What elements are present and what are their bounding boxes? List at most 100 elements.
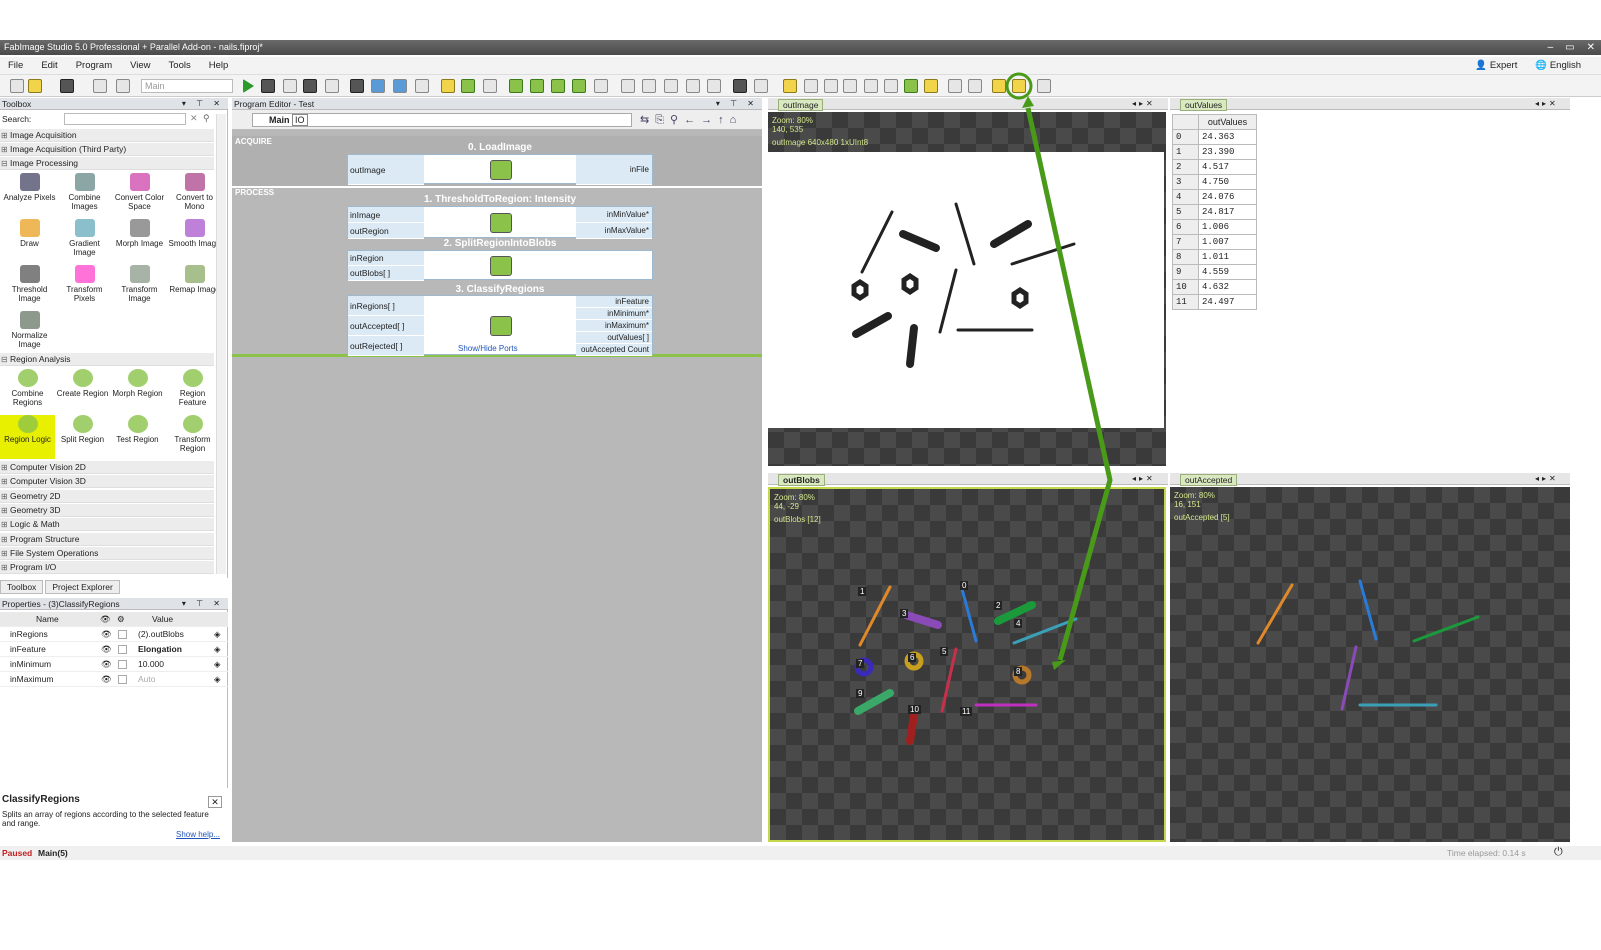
link-icon[interactable]: ◈	[214, 627, 221, 642]
view-grid-icon[interactable]	[642, 79, 656, 93]
category-item[interactable]: Program Structure	[0, 532, 214, 546]
table-row[interactable]: 7 1.007	[1172, 234, 1257, 250]
category-item[interactable]: Program I/O	[0, 561, 214, 575]
menu-edit[interactable]: Edit	[41, 57, 57, 74]
checkbox[interactable]	[118, 645, 127, 654]
input-port[interactable]: inRegions[ ]	[348, 296, 424, 316]
layout2-icon[interactable]	[530, 79, 544, 93]
layout3-icon[interactable]	[551, 79, 565, 93]
filter-block[interactable]: inImage outRegion inMinValue* inMaxValue*	[347, 206, 653, 239]
show-help-link[interactable]: Show help...	[176, 830, 220, 839]
table-row[interactable]: 2 4.517	[1172, 159, 1257, 175]
category-item[interactable]: Computer Vision 2D	[0, 461, 214, 474]
tool-item[interactable]: Combine Regions	[0, 369, 55, 413]
new-icon[interactable]	[10, 79, 24, 93]
view-controls[interactable]: ◂▸✕	[1132, 474, 1156, 483]
view-cols-icon[interactable]	[686, 79, 700, 93]
layout4-icon[interactable]	[572, 79, 586, 93]
tool-item[interactable]: Convert to Mono	[167, 173, 222, 211]
table-row[interactable]: 10 4.632	[1172, 279, 1257, 295]
worker-combo[interactable]: Main	[141, 79, 233, 93]
menu-file[interactable]: File	[8, 57, 23, 74]
tool-item[interactable]: Test Region	[110, 415, 165, 459]
property-value[interactable]: Elongation	[138, 642, 182, 657]
table-row[interactable]: 4 24.076	[1172, 189, 1257, 205]
open-icon[interactable]	[28, 79, 42, 93]
tab-outaccepted[interactable]: outAccepted	[1180, 474, 1238, 486]
view-controls[interactable]: ◂▸✕	[1535, 99, 1559, 108]
angle-icon[interactable]	[884, 79, 898, 93]
panel-controls[interactable]: ▾ ⊤ ✕	[182, 98, 224, 110]
output-port[interactable]: inMaxValue*	[576, 223, 652, 239]
menu-help[interactable]: Help	[209, 57, 229, 74]
filter-block[interactable]: inRegions[ ] outAccepted[ ] outRejected[ ]…	[347, 295, 653, 356]
roi-icon[interactable]	[843, 79, 857, 93]
stop-icon[interactable]	[303, 79, 317, 93]
output-port[interactable]: outAccepted Count	[576, 344, 652, 356]
category-item[interactable]: Image Acquisition	[0, 129, 214, 142]
sun-icon[interactable]	[924, 79, 938, 93]
input-port[interactable]: outRegion	[348, 223, 424, 239]
link-icon[interactable]: ◈	[214, 657, 221, 672]
outimage-view[interactable]: Zoom: 80% 140, 535 outImage 640x480 1xUI…	[768, 112, 1166, 466]
category-item[interactable]: Logic & Math	[0, 518, 214, 532]
block-title[interactable]: 3. ClassifyRegions	[347, 284, 653, 295]
ruler-icon[interactable]	[864, 79, 878, 93]
tools-icon[interactable]	[441, 79, 455, 93]
tool-item[interactable]: Threshold Image	[2, 265, 57, 303]
editor-nav-icons[interactable]: ⇆⎘⚲←→↑⌂	[640, 113, 742, 127]
tab-toolbox[interactable]: Toolbox	[0, 580, 44, 594]
step-out-icon[interactable]	[393, 79, 407, 93]
checkbox[interactable]	[118, 630, 127, 639]
tool-item[interactable]: Smooth Image	[167, 219, 222, 248]
step-into-icon[interactable]	[371, 79, 385, 93]
iterate-icon[interactable]	[261, 79, 275, 93]
output-port[interactable]: inMinimum*	[576, 308, 652, 320]
menu-program[interactable]: Program	[76, 57, 112, 74]
output-port[interactable]: inMaximum*	[576, 320, 652, 332]
menu-view[interactable]: View	[130, 57, 150, 74]
category-item[interactable]: Image Acquisition (Third Party)	[0, 143, 214, 156]
input-port[interactable]: inRegion	[348, 251, 424, 266]
category-item[interactable]: File System Operations	[0, 546, 214, 560]
tool-item[interactable]: Convert Color Space	[112, 173, 167, 211]
step-over-icon[interactable]	[350, 79, 364, 93]
shape-icon[interactable]	[1037, 79, 1051, 93]
tool-item[interactable]: Draw	[2, 219, 57, 248]
view-controls[interactable]: ◂▸✕	[1132, 99, 1156, 108]
tool-item[interactable]: Create Region	[55, 369, 110, 413]
tool-item[interactable]: Normalize Image	[2, 311, 57, 349]
toolbox-scrollbar[interactable]	[216, 114, 226, 574]
expert-mode-button[interactable]: 👤 Expert	[1475, 57, 1517, 75]
tool-item[interactable]: Transform Region	[165, 415, 220, 459]
table-row[interactable]: 9 4.559	[1172, 264, 1257, 280]
output-port[interactable]: inFeature	[576, 296, 652, 308]
view-single-icon[interactable]	[621, 79, 635, 93]
show-labels-icon[interactable]	[1012, 79, 1026, 93]
eye-icon[interactable]: 👁	[101, 657, 112, 672]
table-row[interactable]: 6 1.006	[1172, 219, 1257, 235]
property-row[interactable]: inRegions 👁 (2).outBlobs ◈	[0, 627, 228, 642]
tab-project-explorer[interactable]: Project Explorer	[45, 580, 120, 594]
window-controls[interactable]: – ▭ ✕	[1548, 40, 1595, 55]
show-values-icon[interactable]	[992, 79, 1006, 93]
block-title[interactable]: 1. ThresholdToRegion: Intensity	[347, 194, 653, 205]
step-icon[interactable]	[415, 79, 429, 93]
tool-item[interactable]: Transform Image	[112, 265, 167, 303]
property-value[interactable]: 10.000	[138, 657, 164, 672]
property-row[interactable]: inMaximum 👁 Auto ◈	[0, 672, 228, 687]
table-row[interactable]: 0 24.363	[1172, 129, 1257, 145]
eye-icon[interactable]: 👁	[101, 627, 112, 642]
filter-block[interactable]: outImage inFile	[347, 154, 653, 185]
close-help-icon[interactable]: ✕	[208, 796, 222, 808]
tab-outimage[interactable]: outImage	[778, 99, 824, 111]
fit-icon[interactable]	[948, 79, 962, 93]
property-value[interactable]: Auto	[138, 672, 156, 687]
block-title[interactable]: 2. SplitRegionIntoBlobs	[347, 238, 653, 249]
search-options-icon[interactable]: ⚲	[203, 113, 210, 124]
show-hide-ports-link[interactable]: Show/Hide Ports	[458, 344, 518, 353]
layout5-icon[interactable]	[594, 79, 608, 93]
output-port[interactable]: inFile	[576, 155, 652, 185]
property-row[interactable]: inFeature 👁 Elongation ◈	[0, 642, 228, 657]
redo-icon[interactable]	[116, 79, 130, 93]
